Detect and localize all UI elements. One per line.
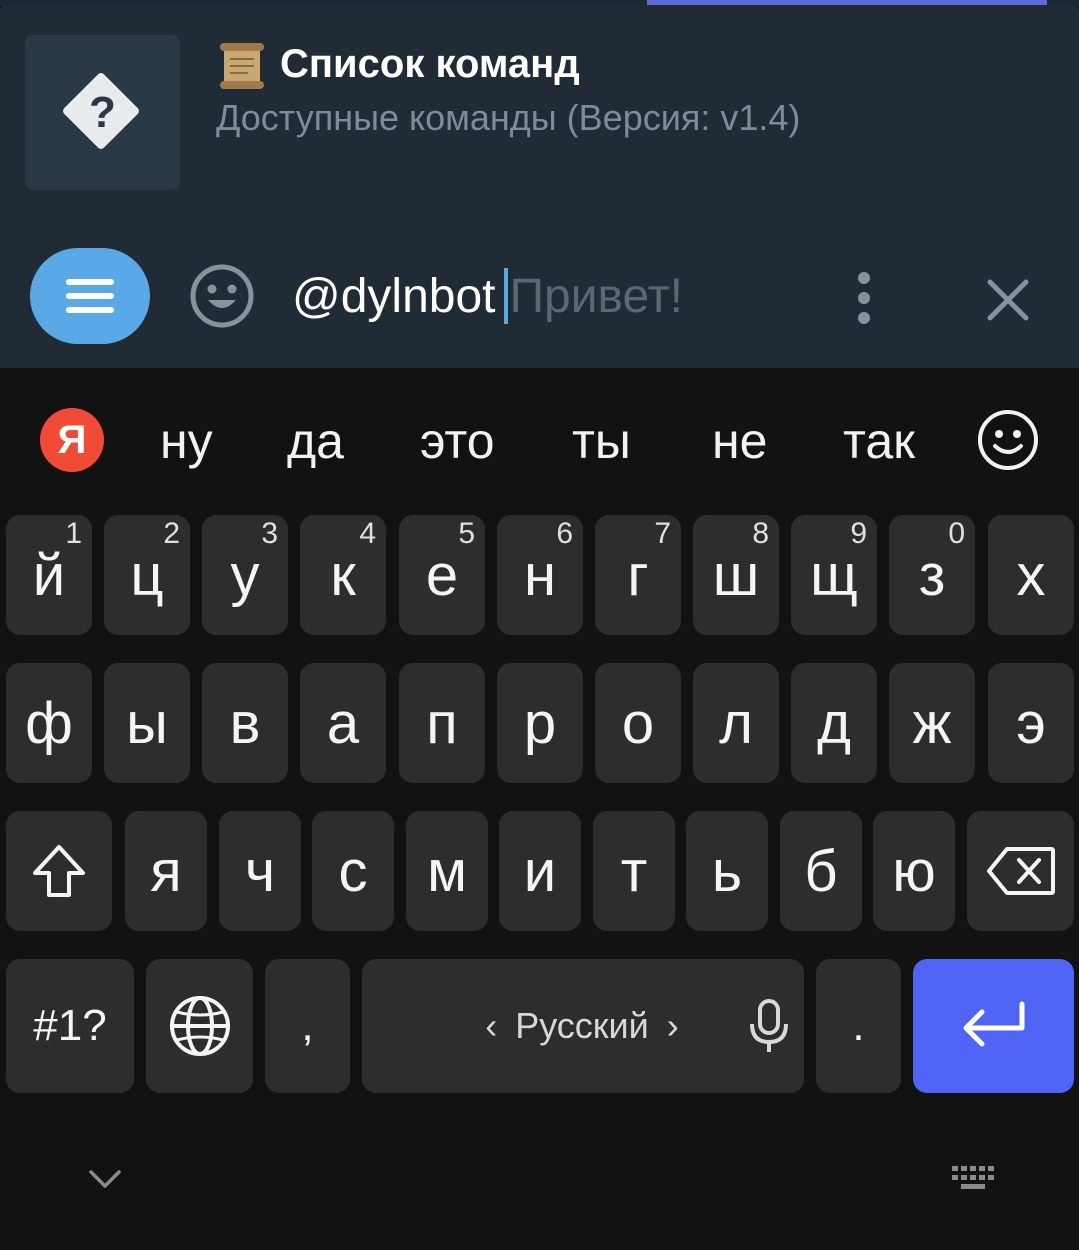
key-letter[interactable]: ы [104,663,190,783]
key-letter[interactable]: 1й [6,515,92,635]
input-placeholder: Привет! [509,269,683,323]
message-input-field[interactable]: @dylnbot Привет! [292,266,683,326]
key-letter[interactable]: п [399,663,485,783]
key-letter[interactable]: 4к [300,515,386,635]
key-number-hint: 1 [65,517,82,550]
key-label: щ [810,542,858,608]
scroll-icon [220,42,264,89]
key-letter[interactable]: э [988,663,1074,783]
key-letter[interactable]: 0з [889,515,975,635]
emoji-icon[interactable] [188,262,256,330]
command-suggestion-panel[interactable]: ? Список команд Доступные команды (Верси… [0,5,1079,230]
enter-icon [963,1001,1024,1047]
close-icon[interactable] [982,274,1034,326]
key-letter[interactable]: ю [873,811,955,931]
question-mark-icon: ? [89,87,116,137]
text-caret [503,268,508,324]
key-number-hint: 0 [948,517,965,550]
key-letter[interactable]: б [780,811,862,931]
key-label: х [1016,542,1046,608]
lang-right-arrow-icon: › [666,1005,679,1046]
key-letter[interactable]: д [791,663,877,783]
key-label: ц [130,542,164,608]
suggestion-word[interactable]: это [420,408,495,474]
key-letter[interactable]: 9щ [791,515,877,635]
microphone-icon [749,999,788,1052]
key-label: н [523,542,557,608]
key-letter[interactable]: а [300,663,386,783]
suggestion-word[interactable]: ты [572,408,631,474]
key-number-hint: 8 [752,517,769,550]
key-letter[interactable]: о [595,663,681,783]
key-label: к [330,542,356,608]
globe-icon [169,996,230,1056]
backspace-key[interactable] [967,811,1074,931]
key-label: е [425,542,459,608]
key-letter[interactable]: 8ш [693,515,779,635]
keyboard-switch-icon[interactable] [950,1164,1000,1194]
key-letter[interactable]: ч [219,811,301,931]
suggestion-word[interactable]: да [287,408,344,474]
key-letter[interactable]: 6н [497,515,583,635]
suggestion-word[interactable]: не [712,408,767,474]
more-options-icon[interactable] [850,270,878,326]
key-letter[interactable]: л [693,663,779,783]
key-label: у [230,542,260,608]
key-letter[interactable]: и [499,811,581,931]
hide-keyboard-icon[interactable] [88,1168,122,1190]
key-letter[interactable]: м [406,811,488,931]
command-subtitle: Доступные команды (Версия: v1.4) [216,97,801,138]
key-number-hint: 4 [359,517,376,550]
smiley-icon[interactable] [976,408,1040,472]
key-number-hint: 7 [654,517,671,550]
enter-key[interactable] [913,959,1074,1093]
command-title-text: Список команд [280,42,580,86]
symbols-key[interactable]: #1? [6,959,134,1093]
keyboard-bottom-bar [0,1128,1079,1250]
key-letter[interactable]: ь [686,811,768,931]
period-key[interactable]: . [816,959,901,1093]
key-letter[interactable]: 2ц [104,515,190,635]
key-number-hint: 2 [163,517,180,550]
key-number-hint: 6 [556,517,573,550]
command-thumbnail: ? [25,35,180,190]
key-label: г [627,542,649,608]
key-letter[interactable]: в [202,663,288,783]
command-title: Список команд [216,37,580,92]
key-letter[interactable]: р [497,663,583,783]
key-letter[interactable]: 7г [595,515,681,635]
key-letter[interactable]: ф [6,663,92,783]
key-label: з [918,542,946,608]
key-letter[interactable]: х [988,515,1074,635]
shift-key[interactable] [6,811,112,931]
message-input-bar: @dylnbot Привет! [0,230,1079,368]
space-key-label: Русский [515,1005,649,1046]
yandex-logo-icon[interactable]: Я [40,408,104,472]
key-label: ш [712,542,760,608]
input-value: @dylnbot [292,269,496,323]
key-letter[interactable]: с [312,811,394,931]
space-key-content: ‹ Русский › [485,998,791,1054]
lang-left-arrow-icon: ‹ [485,1005,498,1046]
suggestion-word[interactable]: так [843,408,915,474]
key-letter[interactable]: т [593,811,675,931]
suggestion-word[interactable]: ну [160,408,213,474]
key-letter[interactable]: 5е [399,515,485,635]
key-letter[interactable]: 3у [202,515,288,635]
onscreen-keyboard: Я ну да это ты не так 1й 2ц 3у 4к 5е 6н … [0,368,1079,1250]
key-number-hint: 3 [261,517,278,550]
shift-icon [33,845,85,897]
backspace-icon [986,847,1055,895]
language-key[interactable] [146,959,253,1093]
key-label: й [32,542,66,608]
bot-menu-button[interactable] [30,248,150,344]
key-letter[interactable]: я [125,811,207,931]
key-number-hint: 9 [850,517,867,550]
suggestion-strip: Я ну да это ты не так [0,368,1079,514]
key-letter[interactable]: ж [889,663,975,783]
comma-key[interactable]: , [265,959,350,1093]
space-key[interactable]: ‹ Русский › [362,959,804,1093]
menu-icon [66,279,114,313]
key-number-hint: 5 [458,517,475,550]
